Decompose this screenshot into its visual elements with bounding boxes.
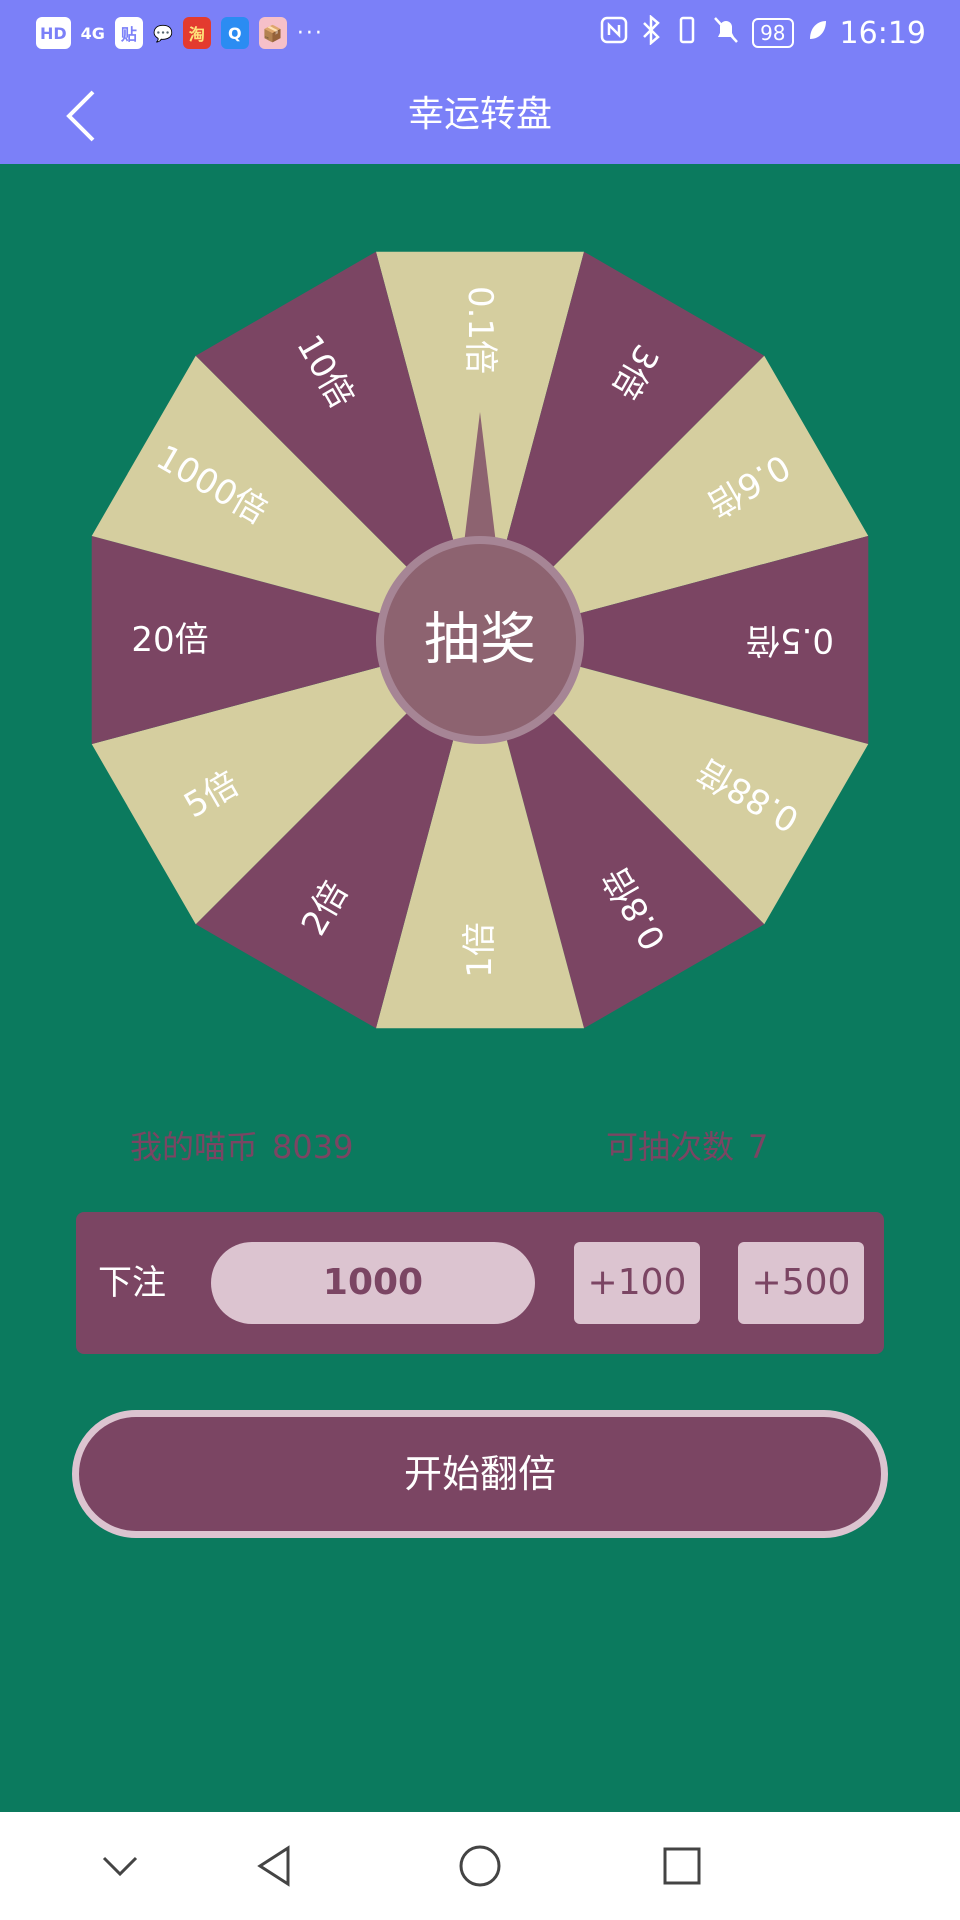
vibrate-icon <box>674 15 700 52</box>
coins-stat: 我的喵币 8039 <box>130 1122 353 1172</box>
more-notifications-icon: ··· <box>296 20 324 46</box>
draws-stat: 可抽次数 7 <box>606 1122 768 1172</box>
bluetooth-icon <box>640 13 662 52</box>
coins-label: 我的喵币 <box>130 1128 259 1166</box>
draws-value: 7 <box>748 1128 769 1166</box>
hd-icon: HD <box>36 17 71 49</box>
search-app-icon: Q <box>220 17 249 49</box>
wheel-segment-label: 0.5倍 <box>746 620 834 660</box>
chevron-down-icon <box>102 1856 138 1877</box>
add-500-button[interactable]: +500 <box>738 1242 864 1324</box>
system-nav-bar <box>0 1812 960 1920</box>
clock: 16:19 <box>839 15 926 51</box>
square-recent-icon <box>663 1847 701 1885</box>
circle-home-icon <box>459 1845 501 1887</box>
top-bar: HD 4G 贴 💬 淘 Q 📦 ··· 98 16:19 幸运转盘 <box>0 0 960 164</box>
nav-back-button[interactable] <box>238 1830 310 1902</box>
status-left: HD 4G 贴 💬 淘 Q 📦 ··· <box>36 14 324 52</box>
taobao-icon: 淘 <box>182 17 211 49</box>
add-100-button[interactable]: +100 <box>574 1242 700 1324</box>
wheel-graphic: 0.1倍 3倍0.6倍0.5倍0.88倍0.8倍1倍2倍5倍20倍1000倍10倍… <box>91 251 869 1029</box>
app-header: 幸运转盘 <box>0 66 960 164</box>
wheel-segment-label: 20倍 <box>131 620 208 660</box>
page-title: 幸运转盘 <box>407 94 552 135</box>
mute-bell-icon <box>712 15 740 52</box>
tieba-icon: 贴 <box>114 17 143 49</box>
nav-collapse-button[interactable] <box>84 1830 156 1902</box>
start-double-button[interactable]: 开始翻倍 <box>72 1410 888 1538</box>
nav-home-button[interactable] <box>444 1830 516 1902</box>
message-icon: 💬 <box>152 23 173 43</box>
bet-amount-input[interactable]: 1000 <box>211 1242 535 1324</box>
battery-icon: 98 <box>752 18 794 48</box>
coins-value: 8039 <box>272 1128 354 1166</box>
status-bar: HD 4G 贴 💬 淘 Q 📦 ··· 98 16:19 <box>0 0 960 66</box>
bet-bar: 下注 1000 +100 +500 <box>76 1212 884 1354</box>
wheel-segment-label: 0.1倍 <box>460 286 500 374</box>
triangle-back-icon <box>257 1845 290 1887</box>
nfc-icon <box>600 16 628 51</box>
bet-label: 下注 <box>98 1263 166 1303</box>
package-icon: 📦 <box>258 17 287 49</box>
lucky-wheel[interactable]: 0.1倍 3倍 0.6倍 0.5倍 0.88倍 0.8倍 1倍 2倍 5倍 20倍 1000倍 10倍… <box>90 250 870 1030</box>
status-right: 98 16:19 <box>600 13 926 52</box>
leaf-icon <box>806 17 828 50</box>
signal-icon: 4G <box>80 23 105 43</box>
wheel-segment-label: 1倍 <box>460 922 500 978</box>
nav-recent-button[interactable] <box>646 1830 718 1902</box>
draw-button-label[interactable]: 抽奖 <box>424 608 536 673</box>
draws-label: 可抽次数 <box>606 1128 735 1166</box>
